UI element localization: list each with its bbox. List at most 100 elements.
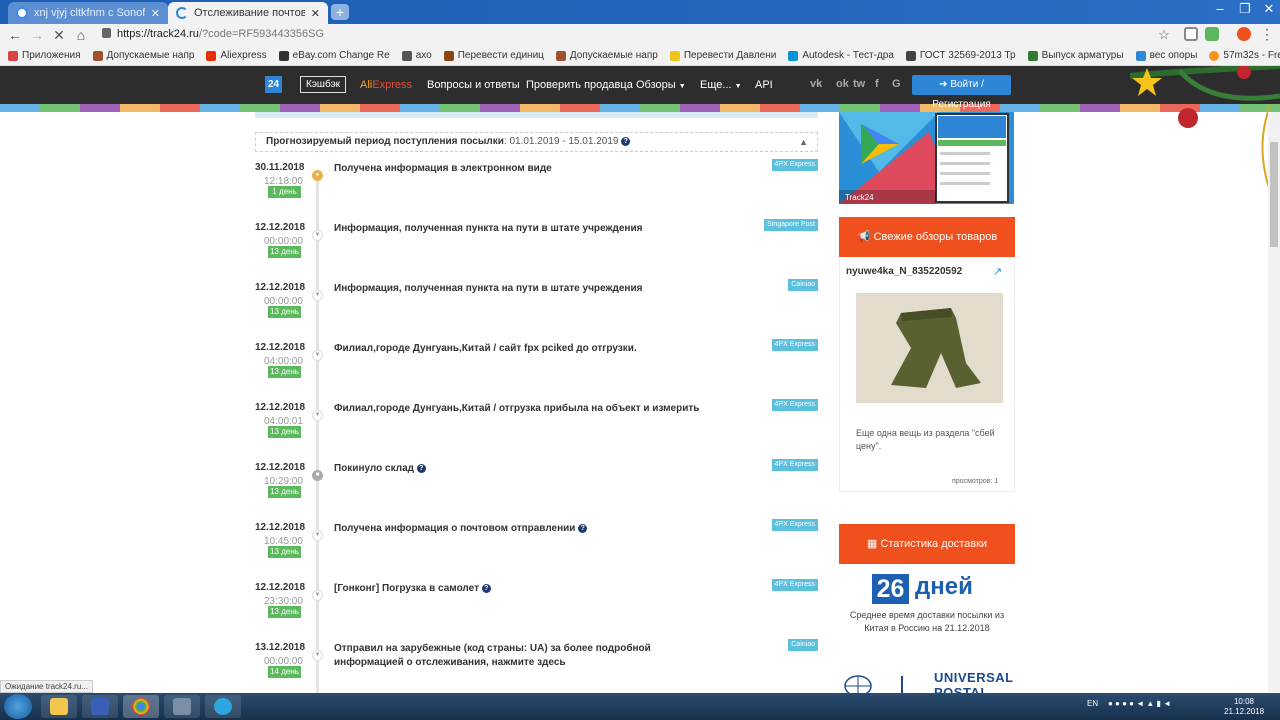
bookmark-icon	[1135, 50, 1146, 61]
nav-check-seller[interactable]: Проверить продавца	[526, 79, 633, 91]
bookmark-item[interactable]: Допускаемые напр	[92, 50, 194, 61]
scrollbar-thumb[interactable]	[1270, 142, 1278, 247]
taskbar-chrome[interactable]	[123, 695, 159, 718]
review-description: Еще одна вещь из раздела "сбей цену".	[856, 428, 995, 451]
nav-cashback[interactable]: Кэшбэк	[300, 76, 347, 93]
caret-up-icon[interactable]: ▲	[799, 133, 808, 151]
taskbar-save[interactable]	[82, 695, 118, 718]
browser-status-bar: Ожидание track24.ru...	[0, 680, 93, 693]
bookmark-item[interactable]: 57m32s - FreeBitco	[1209, 50, 1280, 61]
tab-title: xnj vjyj cltkfnm c Sonoff basic - Y	[34, 7, 145, 19]
home-icon[interactable]: ⌂	[72, 26, 90, 44]
mobile-app-banner[interactable]: Track24	[839, 112, 1014, 204]
odnoklassniki-icon[interactable]: ok	[836, 78, 849, 90]
help-icon[interactable]: ?	[481, 583, 491, 593]
forecast-label: Прогнозируемый период поступления посылк…	[266, 136, 504, 147]
stop-icon[interactable]: ✕	[50, 26, 68, 44]
loading-icon	[176, 7, 188, 19]
fresh-reviews-button[interactable]: 📢 Свежие обзоры товаров	[839, 217, 1015, 257]
new-tab-button[interactable]: +	[331, 4, 349, 20]
event-days-badge: 13 день	[268, 606, 301, 618]
bookmark-item[interactable]: Autodesk - Тест-дра	[788, 50, 894, 61]
event-days-badge: 13 день	[268, 306, 301, 318]
close-tab-icon[interactable]: ✕	[311, 7, 320, 20]
google-plus-icon[interactable]: G	[892, 78, 901, 90]
url-host: https://track24.ru	[117, 28, 199, 40]
address-bar[interactable]: https://track24.ru/?code=RF593443356SG	[117, 25, 1147, 43]
taskbar-telegram[interactable]	[205, 695, 241, 718]
external-link-icon[interactable]: ↗	[993, 265, 1002, 278]
avg-days-unit: дней	[915, 573, 973, 600]
clock-icon: ●	[312, 170, 323, 181]
help-icon[interactable]: ?	[416, 463, 426, 473]
nav-faq[interactable]: Вопросы и ответы	[427, 79, 520, 91]
bookmark-item[interactable]: Допускаемые напр	[555, 50, 658, 61]
event-days-badge: 1 день	[268, 186, 301, 198]
carrier-badge: Cainiao	[788, 279, 818, 291]
login-button[interactable]: ➜ Войти / Регистрация	[912, 75, 1011, 110]
bookmark-item[interactable]: ахо	[401, 50, 432, 61]
event-date: 12.12.2018	[255, 222, 306, 233]
tracking-event: 12.12.2018 10:45:00 13 день ▼ Получена и…	[250, 516, 820, 576]
google-icon	[16, 7, 28, 19]
carrier-badge: Singapore Post	[764, 219, 818, 231]
event-text: [Гонконг] Погрузка в самолет ?	[334, 582, 714, 596]
close-window-icon[interactable]: ✕	[1254, 0, 1280, 20]
taskbar-clock[interactable]: 10:08 21.12.2018	[1224, 697, 1264, 717]
close-tab-icon[interactable]: ✕	[151, 7, 160, 20]
start-button-icon[interactable]	[4, 694, 32, 719]
nav-reviews[interactable]: Обзоры ▼	[636, 79, 686, 91]
autodesk-icon	[788, 50, 799, 61]
tracking-event: 12.12.2018 23:30:00 13 день ▼ [Гонконг] …	[250, 576, 820, 636]
bookmark-item[interactable]: Перевести Давлени	[669, 50, 776, 61]
bookmarks-bar: Приложения Допускаемые напр Aliexpress e…	[0, 46, 1280, 66]
tracking-event: 12.12.2018 10:29:00 13 день ■ Покинуло с…	[250, 456, 820, 516]
shield-extension-icon[interactable]	[1184, 27, 1198, 41]
vk-icon[interactable]: vk	[810, 78, 822, 90]
nav-more[interactable]: Еще... ▼	[700, 79, 742, 91]
event-text: Филиал,городе Дунгуань,Китай / отгрузка …	[334, 403, 700, 414]
nav-api[interactable]: API	[755, 79, 773, 91]
app-extension-icon[interactable]	[1205, 27, 1219, 41]
back-icon[interactable]: ←	[6, 26, 24, 44]
chevron-down-icon: ▼	[312, 590, 323, 601]
delivery-stats-button[interactable]: ▦ Статистика доставки	[839, 524, 1015, 564]
tray-icons[interactable]: ● ● ● ● ◄ ▲ ▮ ◄	[1108, 699, 1171, 708]
page-scrollbar[interactable]	[1268, 112, 1280, 692]
bookmark-item[interactable]: eBay.com Change Re	[278, 50, 390, 61]
menu-icon[interactable]: ⋮	[1258, 25, 1276, 43]
carrier-badge: 4PX Express	[771, 579, 818, 591]
twitter-icon[interactable]: tw	[853, 78, 865, 90]
event-text[interactable]: Отправил на зарубежные (код страны: UA) …	[334, 642, 714, 670]
profile-icon[interactable]	[1237, 27, 1251, 41]
bookmark-item[interactable]: ГОСТ 32569-2013 Тр	[905, 50, 1016, 61]
chrome-icon	[132, 698, 150, 715]
forecast-period[interactable]: Прогнозируемый период поступления посылк…	[255, 132, 818, 152]
language-indicator[interactable]: EN	[1087, 699, 1098, 708]
browser-tab-google[interactable]: xnj vjyj cltkfnm c Sonoff basic - Y ✕	[8, 2, 168, 24]
bookmark-item[interactable]: Перевести единиц	[443, 50, 544, 61]
help-icon[interactable]: ?	[578, 523, 588, 533]
taskbar-virtualbox[interactable]	[164, 695, 200, 718]
event-days-badge: 13 день	[268, 426, 301, 438]
taskbar-explorer[interactable]	[41, 695, 77, 718]
bookmark-item[interactable]: Aliexpress	[206, 50, 267, 61]
review-username[interactable]: nyuwe4ka_N_835220592	[846, 266, 962, 277]
chevron-down-icon: ▼	[312, 530, 323, 541]
nav-aliexpress[interactable]: AliExpress	[360, 79, 412, 91]
review-product-image[interactable]	[856, 293, 1003, 403]
event-text: Получена информация в электронном виде	[334, 163, 552, 174]
browser-tab-track24[interactable]: Отслеживание почтового отпр ✕	[168, 2, 328, 24]
bookmark-item[interactable]: Выпуск арматуры	[1027, 50, 1124, 61]
facebook-icon[interactable]: f	[875, 78, 879, 90]
bookmark-item[interactable]: вес опоры	[1135, 50, 1197, 61]
event-date: 12.12.2018	[255, 402, 306, 413]
help-icon[interactable]: ?	[621, 136, 631, 146]
site-logo[interactable]: 24	[265, 76, 282, 93]
bookmark-icon	[1027, 50, 1038, 61]
event-days-badge: 13 день	[268, 546, 301, 558]
forecast-range: : 01.01.2019 - 15.01.2019	[503, 136, 619, 147]
bookmark-apps[interactable]: Приложения	[8, 50, 81, 61]
forward-icon[interactable]: →	[28, 26, 46, 44]
star-icon[interactable]: ☆	[1155, 26, 1173, 44]
